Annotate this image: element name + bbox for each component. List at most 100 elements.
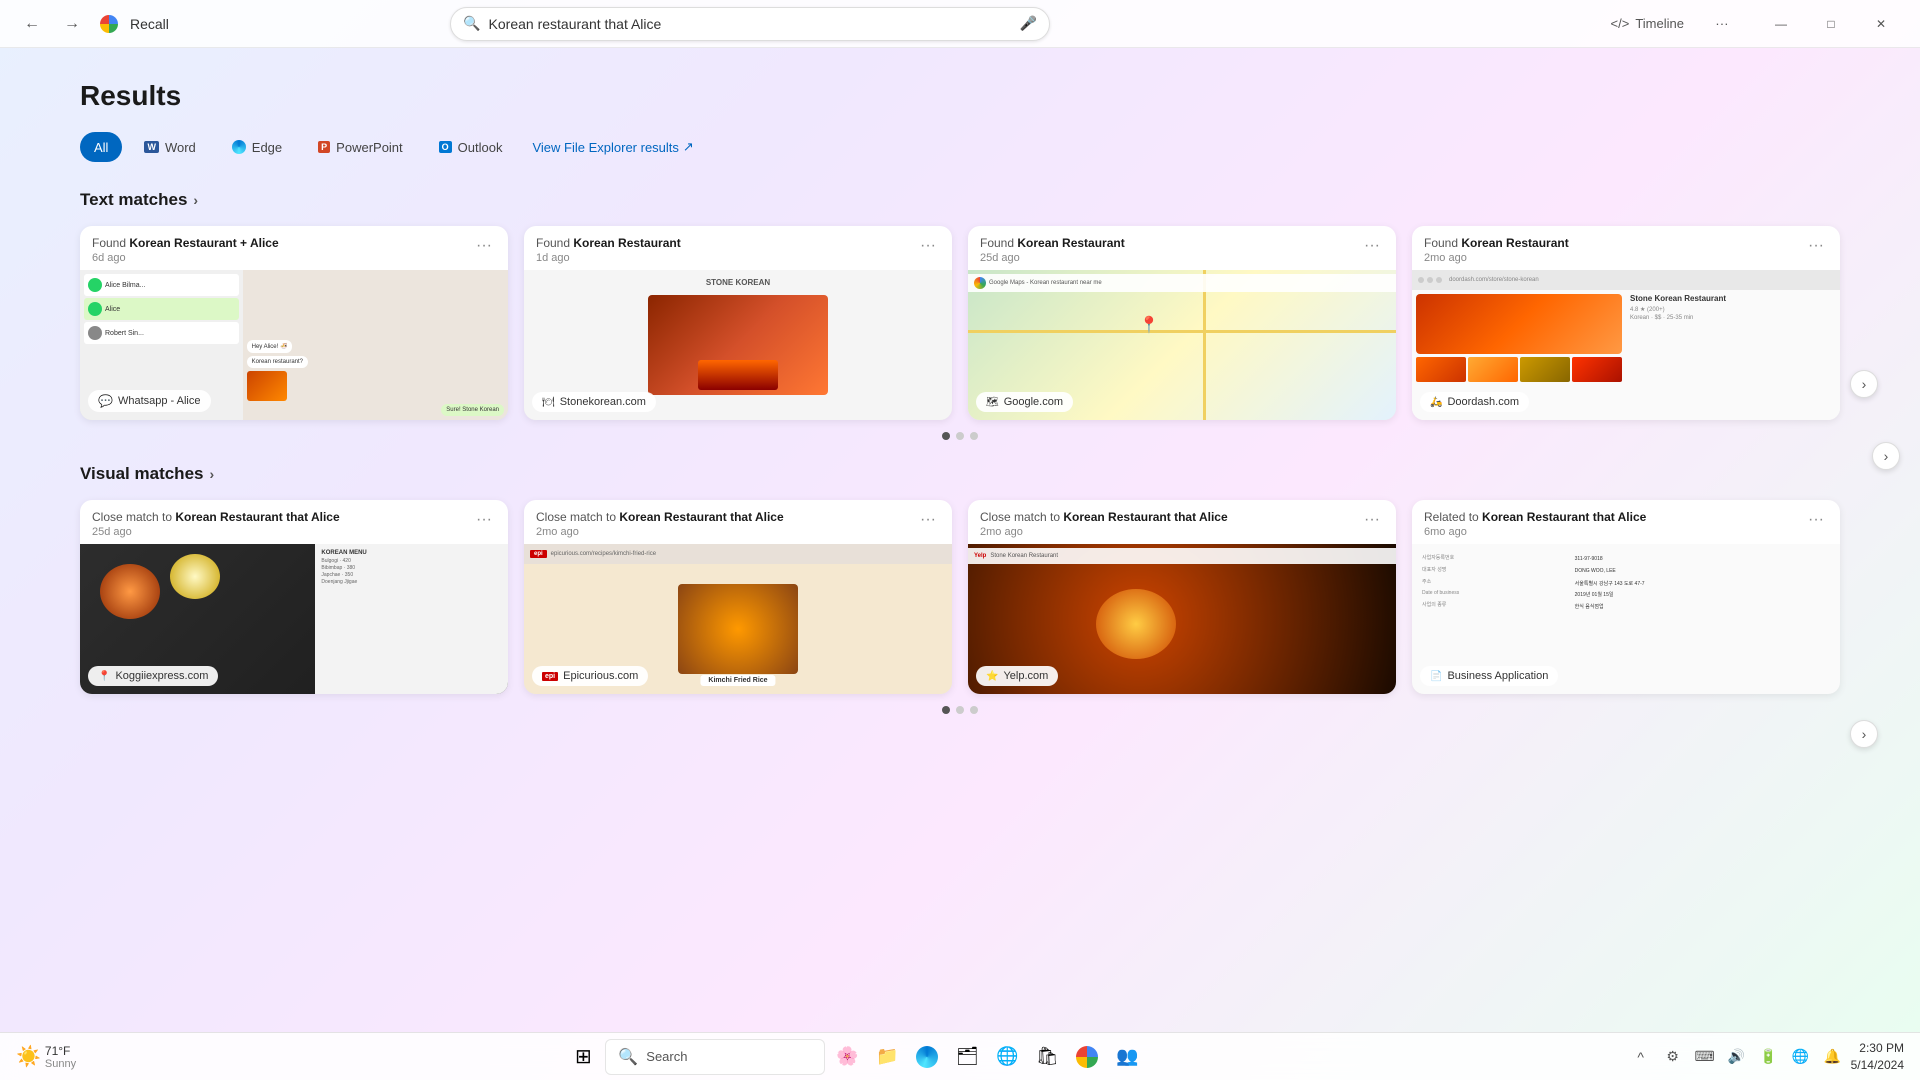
visual-card-menu-1[interactable]: ··· (472, 510, 496, 530)
epicurious-nav: epi epicurious.com/recipes/kimchi-fried-… (524, 544, 952, 564)
card-image-1: Alice Bilma... Alice Robert Sin... (80, 270, 508, 420)
filter-edge[interactable]: Edge (218, 132, 296, 162)
weather-widget[interactable]: ☀️ 71°F Sunny (16, 1044, 76, 1070)
outlook-icon: O (439, 141, 452, 153)
text-match-card-1[interactable]: Found Korean Restaurant + Alice 6d ago ·… (80, 226, 508, 420)
back-button[interactable]: ← (16, 8, 48, 40)
text-match-card-2[interactable]: Found Korean Restaurant 1d ago ··· STONE… (524, 226, 952, 420)
text-matches-chevron: › (193, 192, 198, 208)
text-match-card-4[interactable]: Found Korean Restaurant 2mo ago ··· (1412, 226, 1840, 420)
stone-food-image (648, 295, 828, 395)
card-image-2: STONE KOREAN 🍽 Stonekorean.com (524, 270, 952, 420)
whatsapp-chat: Hey Alice! 🍜 Korean restaurant? Sure! St… (243, 270, 508, 420)
taskbar-center: ⊞ 🔍 Search 🌸 📁 🗂 🌐 🛍 👥 (84, 1039, 1627, 1075)
card-menu-2[interactable]: ··· (916, 236, 940, 256)
visual-card-header-4: Related to Korean Restaurant that Alice … (1412, 500, 1840, 544)
menu-text: KOREAN MENU Bulgogi · 420 Bibimbap · 380… (315, 544, 508, 694)
search-input[interactable] (489, 16, 1012, 32)
text-matches-carousel-next[interactable]: › (1850, 370, 1878, 398)
main-search-bar[interactable]: 🔍 🎤 (450, 7, 1050, 41)
timeline-button[interactable]: </> Timeline (1601, 10, 1694, 37)
epicurious-source-icon: epi (542, 672, 558, 681)
visual-card-time-1: 25d ago (92, 526, 340, 538)
koggi-source-icon: 📍 (98, 671, 110, 682)
taskbar-teams-button[interactable]: 👥 (1109, 1039, 1145, 1075)
weather-icon: ☀️ (16, 1044, 41, 1069)
app-icon (100, 15, 118, 33)
edge-icon (232, 140, 246, 154)
taskbar-search-icon: 🔍 (618, 1047, 638, 1067)
mic-icon[interactable]: 🎤 (1020, 15, 1037, 32)
visual-match-card-4[interactable]: Related to Korean Restaurant that Alice … (1412, 500, 1840, 694)
card-menu-1[interactable]: ··· (472, 236, 496, 256)
visual-match-card-2[interactable]: Close match to Korean Restaurant that Al… (524, 500, 952, 694)
taskbar-widgets-button[interactable]: 🌸 (829, 1039, 865, 1075)
visual-match-card-3[interactable]: Close match to Korean Restaurant that Al… (968, 500, 1396, 694)
visual-card-header-1: Close match to Korean Restaurant that Al… (80, 500, 508, 544)
filter-word[interactable]: W Word (130, 132, 209, 162)
google-source-icon: 🗺 (986, 397, 999, 408)
taskbar-network-icon[interactable]: 🌐 (1787, 1043, 1815, 1071)
visual-matches-carousel-next[interactable]: › (1850, 720, 1878, 748)
taskbar-search-bar[interactable]: 🔍 Search (605, 1039, 825, 1075)
taskbar-browser-button[interactable]: 🌐 (989, 1039, 1025, 1075)
visual-matches-grid: Close match to Korean Restaurant that Al… (80, 500, 1840, 694)
taskbar-notification-icon[interactable]: 🔔 (1819, 1043, 1847, 1071)
text-match-card-3[interactable]: Found Korean Restaurant 25d ago ··· 📍 (968, 226, 1396, 420)
visual-card-image-1: KOREAN MENU Bulgogi · 420 Bibimbap · 380… (80, 544, 508, 694)
visual-match-card-1[interactable]: Close match to Korean Restaurant that Al… (80, 500, 508, 694)
taskbar-edge-button[interactable] (909, 1039, 945, 1075)
visual-card-time-3: 2mo ago (980, 526, 1228, 538)
app-name: Recall (130, 16, 169, 32)
text-matches-header[interactable]: Text matches › (80, 190, 1840, 210)
taskbar-recall-button[interactable] (1069, 1039, 1105, 1075)
taskbar-files-button[interactable]: 📁 (869, 1039, 905, 1075)
titlebar: ← → Recall 🔍 🎤 </> Timeline ··· — □ ✕ (0, 0, 1920, 48)
filter-all[interactable]: All (80, 132, 122, 162)
visual-card-found-1: Close match to Korean Restaurant that Al… (92, 510, 340, 524)
text-matches-next-arrow[interactable]: › (1872, 442, 1900, 470)
bizapp-source-icon: 📄 (1430, 671, 1442, 682)
card-header-4: Found Korean Restaurant 2mo ago ··· (1412, 226, 1840, 270)
taskbar-edge-icon (916, 1046, 938, 1068)
visual-card-source-4: 📄 Business Application (1420, 666, 1558, 686)
taskbar-volume-icon[interactable]: 🔊 (1723, 1043, 1751, 1071)
taskbar-settings-icon[interactable]: ⚙ (1659, 1043, 1687, 1071)
minimize-button[interactable]: — (1758, 8, 1804, 40)
taskbar-keyboard-icon[interactable]: ⌨ (1691, 1043, 1719, 1071)
taskbar-battery-icon[interactable]: 🔋 (1755, 1043, 1783, 1071)
windows-start-button[interactable]: ⊞ (565, 1039, 601, 1075)
weather-temp: 71°F (45, 1044, 76, 1058)
card-source-1: 💬 Whatsapp - Alice (88, 390, 211, 412)
taskbar-store-button[interactable]: 🛍 (1029, 1039, 1065, 1075)
card-menu-4[interactable]: ··· (1804, 236, 1828, 256)
card-source-3: 🗺 Google.com (976, 392, 1073, 412)
text-matches-section: Text matches › Found Korean Restaurant +… (80, 190, 1840, 440)
visual-dot-1 (942, 706, 950, 714)
clock-date: 5/14/2024 (1851, 1057, 1904, 1074)
card-found-2: Found Korean Restaurant (536, 236, 681, 250)
main-content: Results All W Word Edge P PowerPoint O O… (0, 48, 1920, 1032)
filter-outlook[interactable]: O Outlook (425, 132, 517, 162)
visual-card-menu-2[interactable]: ··· (916, 510, 940, 530)
filter-powerpoint[interactable]: P PowerPoint (304, 132, 417, 162)
card-found-4: Found Korean Restaurant (1424, 236, 1569, 250)
maximize-button[interactable]: □ (1808, 8, 1854, 40)
visual-card-menu-4[interactable]: ··· (1804, 510, 1828, 530)
visual-matches-header[interactable]: Visual matches › (80, 464, 1840, 484)
card-menu-3[interactable]: ··· (1360, 236, 1384, 256)
doordash-source-icon: 🛵 (1430, 397, 1442, 408)
taskbar-search-label: Search (646, 1049, 687, 1064)
forward-button[interactable]: → (56, 8, 88, 40)
view-file-explorer-link[interactable]: View File Explorer results ↗ (532, 139, 693, 155)
system-clock[interactable]: 2:30 PM 5/14/2024 (1851, 1040, 1904, 1074)
taskbar-show-desktop[interactable]: ^ (1627, 1043, 1655, 1071)
taskbar-files2-button[interactable]: 🗂 (949, 1039, 985, 1075)
visual-card-menu-3[interactable]: ··· (1360, 510, 1384, 530)
window-controls: — □ ✕ (1758, 8, 1904, 40)
text-carousel-arrow-wrapper: › (1850, 370, 1878, 398)
close-button[interactable]: ✕ (1858, 8, 1904, 40)
stone-logo: STONE KOREAN (524, 278, 952, 287)
taskbar: ☀️ 71°F Sunny ⊞ 🔍 Search 🌸 📁 🗂 🌐 🛍 👥 ^ ⚙ (0, 1032, 1920, 1080)
more-options-button[interactable]: ··· (1706, 8, 1738, 40)
